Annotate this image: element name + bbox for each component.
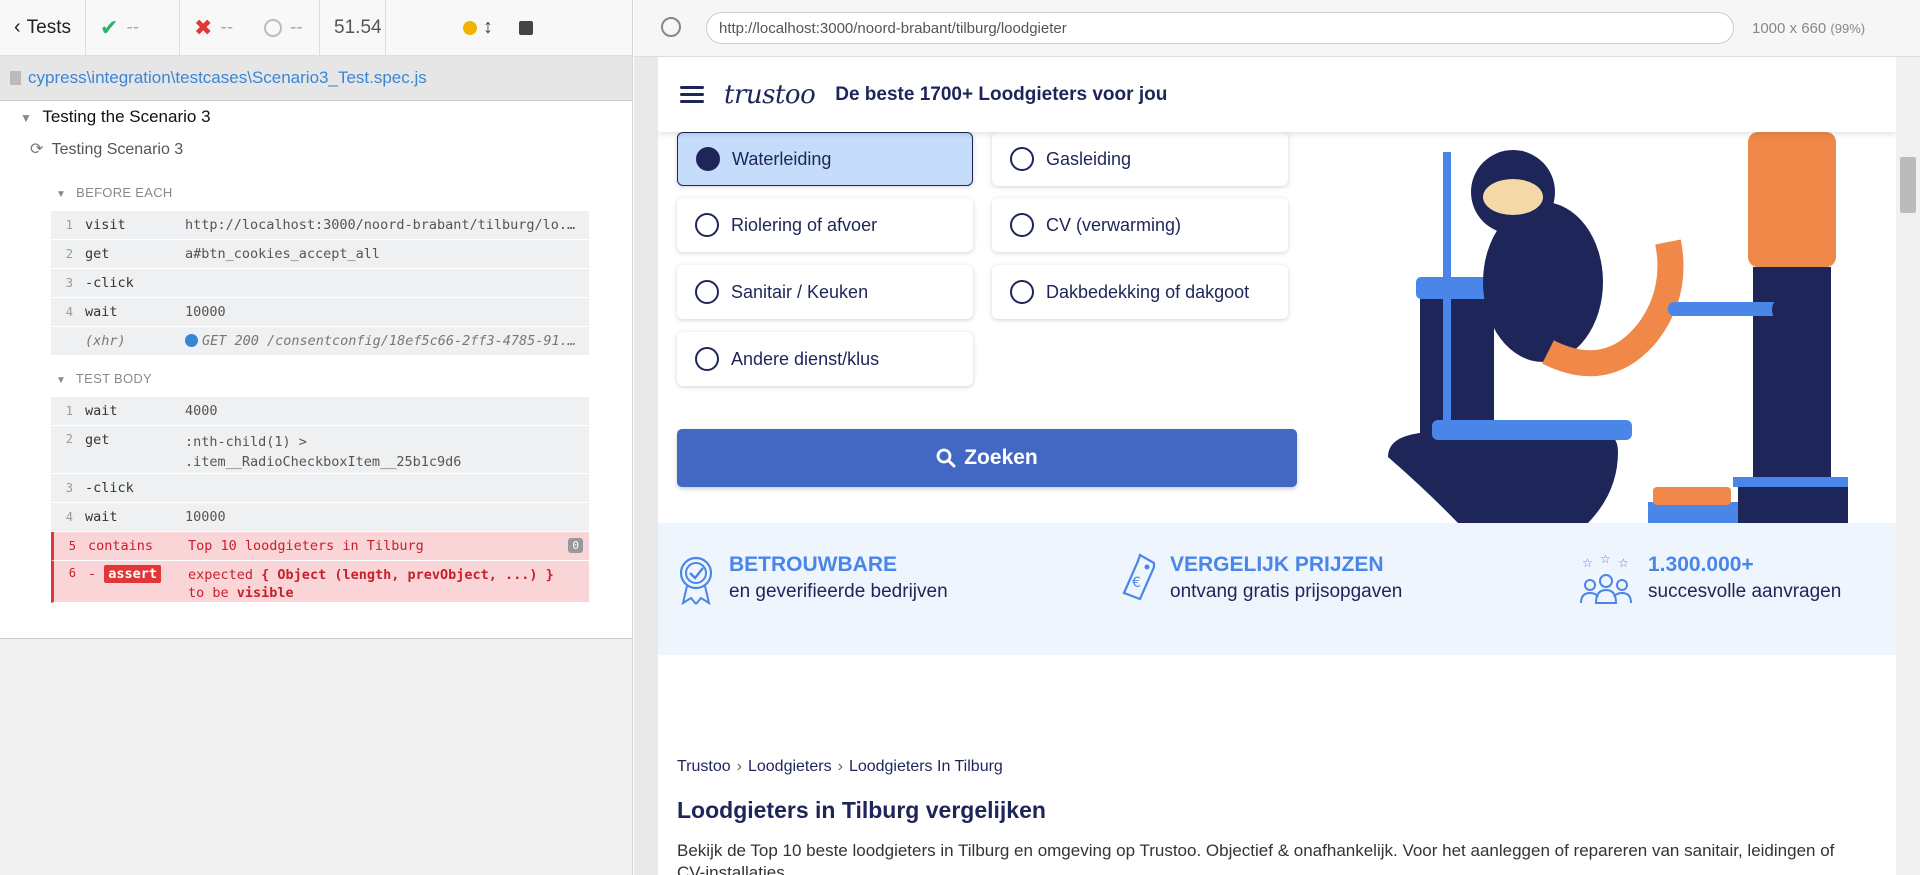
radio-icon <box>1010 280 1034 304</box>
hero-illustration <box>1388 132 1848 523</box>
viewport-size: 1000 x 660 (99%) <box>1752 19 1866 37</box>
breadcrumb: Trustoo › Loodgieters › Loodgieters In Tilbu… <box>677 758 1003 776</box>
command-row[interactable]: 2 get a#btn_cookies_accept_all <box>51 240 589 269</box>
option-riolering[interactable]: Riolering of afvoer <box>677 198 973 252</box>
usp-betrouwbare: BETROUWBARE en geverifieerde bedrijven <box>675 553 948 605</box>
hamburger-menu-icon[interactable] <box>680 82 704 107</box>
test-body-header[interactable]: ▼ TEST BODY <box>56 371 152 386</box>
header-tagline: De beste 1700+ Loodgieters voor jou <box>835 83 1168 105</box>
option-waterleiding[interactable]: Waterleiding <box>677 132 973 186</box>
option-gasleiding[interactable]: Gasleiding <box>992 132 1288 186</box>
search-button[interactable]: Zoeken <box>677 429 1297 487</box>
chevron-right-icon: › <box>736 758 742 775</box>
assert-badge: assert <box>104 565 162 583</box>
dot-icon <box>463 20 478 35</box>
command-row[interactable]: 1 wait 4000 <box>51 397 589 426</box>
option-cv[interactable]: CV (verwarming) <box>992 198 1288 252</box>
stop-button[interactable] <box>506 0 546 56</box>
xhr-row[interactable]: (xhr) GET 200 /consentconfig/18ef5c66-2f… <box>51 327 589 356</box>
circle-notch-icon <box>264 18 283 37</box>
usp-strip: BETROUWBARE en geverifieerde bedrijven €… <box>658 523 1896 655</box>
pending-count: -- <box>250 0 321 56</box>
page-description: Bekijk de Top 10 beste loodgieters in Ti… <box>677 841 1835 875</box>
command-row[interactable]: 3 -click <box>51 474 589 503</box>
command-log: ▼ Testing the Scenario 3 ⟳ Testing Scena… <box>0 101 632 639</box>
file-icon <box>10 71 21 85</box>
command-row[interactable]: 4 wait 10000 <box>51 503 589 532</box>
radio-icon <box>695 347 719 371</box>
svg-text:€: € <box>1132 575 1141 591</box>
chevron-right-icon: › <box>837 758 843 775</box>
refresh-icon: ⟳ <box>30 141 44 158</box>
breadcrumb-current[interactable]: Loodgieters In Tilburg <box>849 758 1003 775</box>
aut-scrollbar[interactable] <box>1896 57 1920 875</box>
arrows-vertical-icon: ↕ <box>483 16 494 38</box>
match-count-badge: 0 <box>568 538 583 553</box>
suite-title[interactable]: ▼ Testing the Scenario 3 <box>20 107 211 127</box>
radio-icon <box>1010 147 1034 171</box>
option-dakbedekking[interactable]: Dakbedekking of dakgoot <box>992 265 1288 319</box>
duration: 51.54 <box>320 0 387 56</box>
assert-row[interactable]: 6 - assert expected { Object (length, pr… <box>51 561 589 603</box>
caret-down-icon: ▼ <box>20 111 32 125</box>
caret-down-icon: ▼ <box>56 375 67 386</box>
radio-icon <box>1010 213 1034 237</box>
breadcrumb-loodgieters[interactable]: Loodgieters <box>748 758 832 775</box>
breadcrumb-trustoo[interactable]: Trustoo <box>677 758 731 775</box>
command-row[interactable]: 3 -click <box>51 269 589 298</box>
xhr-status-dot-icon <box>185 334 198 347</box>
back-to-tests-button[interactable]: ‹ Tests <box>0 0 87 56</box>
failed-command-row[interactable]: 5 contains Top 10 loodgieters in Tilburg… <box>51 532 589 561</box>
page-title: Loodgieters in Tilburg vergelijken <box>677 797 1046 823</box>
trustoo-logo[interactable]: trustoo <box>724 80 816 110</box>
badge-check-icon <box>679 556 713 605</box>
auto-scroll-toggle[interactable]: ↕ <box>450 0 506 56</box>
radio-selected-icon <box>696 147 720 171</box>
url-field[interactable]: http://localhost:3000/noord-brabant/tilb… <box>706 12 1734 44</box>
spec-path[interactable]: cypress\integration\testcases\Scenario3_… <box>28 68 427 88</box>
scrollbar-thumb[interactable] <box>1900 157 1916 213</box>
before-each-commands: 1 visit http://localhost:3000/noord-brab… <box>51 211 589 356</box>
radio-icon <box>695 280 719 304</box>
test-title[interactable]: ⟳ Testing Scenario 3 <box>30 139 183 159</box>
aut-panel: http://localhost:3000/noord-brabant/tilb… <box>634 0 1920 875</box>
command-row[interactable]: 4 wait 10000 <box>51 298 589 327</box>
chevron-left-icon: ‹ <box>14 16 21 38</box>
stop-icon <box>519 20 534 35</box>
test-body-commands: 1 wait 4000 2 get :nth-child(1) > .item_… <box>51 397 589 603</box>
option-sanitair[interactable]: Sanitair / Keuken <box>677 265 973 319</box>
svg-text:☆: ☆ <box>1600 553 1611 566</box>
svg-text:☆: ☆ <box>1582 556 1593 570</box>
aut-iframe: trustoo De beste 1700+ Loodgieters voor … <box>658 57 1896 875</box>
usp-vergelijk-prijzen: € VERGELIJK PRIJZEN ontvang gratis prijs… <box>1118 553 1402 605</box>
option-andere[interactable]: Andere dienst/klus <box>677 332 973 386</box>
usp-aanvragen: ☆ ☆ ☆ 1.300.000+ succesvolle aanvragen <box>1576 553 1841 605</box>
price-tag-icon: € <box>1122 553 1156 601</box>
failed-count: ✖ -- <box>194 14 234 40</box>
passed-count: ✔ -- <box>86 0 181 56</box>
cypress-runner-panel: ‹ Tests ✔ -- ✖ -- -- 51.54 ↕ cypress\int… <box>0 0 633 875</box>
people-stars-icon: ☆ ☆ ☆ <box>1580 553 1632 604</box>
radio-icon <box>695 213 719 237</box>
site-header: trustoo De beste 1700+ Loodgieters voor … <box>658 57 1896 132</box>
caret-down-icon: ▼ <box>56 189 67 200</box>
command-row[interactable]: 1 visit http://localhost:3000/noord-brab… <box>51 211 589 240</box>
tests-label: Tests <box>26 16 72 38</box>
runner-header: ‹ Tests ✔ -- ✖ -- -- 51.54 ↕ <box>0 0 632 56</box>
before-each-header[interactable]: ▼ BEFORE EACH <box>56 185 173 200</box>
command-row[interactable]: 2 get :nth-child(1) > .item__RadioCheckb… <box>51 426 589 474</box>
spec-file-bar: cypress\integration\testcases\Scenario3_… <box>0 56 632 101</box>
x-icon: ✖ <box>194 14 213 40</box>
search-icon <box>936 448 956 468</box>
svg-text:☆: ☆ <box>1618 556 1629 570</box>
aut-url-bar: http://localhost:3000/noord-brabant/tilb… <box>634 0 1920 57</box>
check-icon: ✔ <box>100 14 119 40</box>
crosshair-icon[interactable] <box>661 17 681 37</box>
